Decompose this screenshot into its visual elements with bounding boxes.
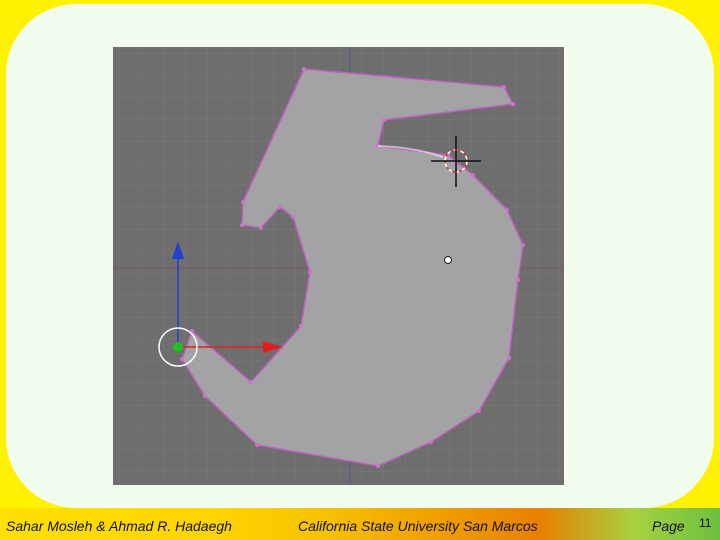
slide-frame: Sahar Mosleh & Ahmad R. Hadaegh Californ… [0, 0, 720, 540]
object-median-icon [444, 256, 452, 264]
footer-page-number: 11 [699, 516, 712, 530]
footer-page-label: Page [652, 518, 685, 534]
slide-footer: Sahar Mosleh & Ahmad R. Hadaegh Californ… [0, 508, 720, 540]
footer-authors: Sahar Mosleh & Ahmad R. Hadaegh [6, 518, 232, 534]
footer-institution: California State University San Marcos [298, 518, 538, 534]
3d-viewport[interactable] [113, 47, 564, 485]
viewport-canvas[interactable] [113, 47, 564, 485]
object-origin-icon [173, 342, 183, 352]
